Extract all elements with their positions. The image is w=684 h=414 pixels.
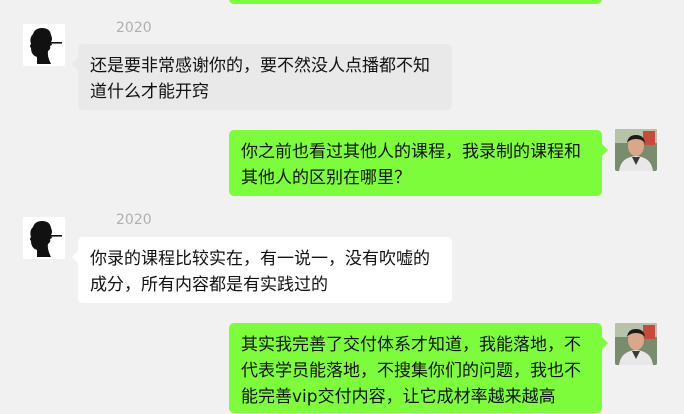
silhouette-smoking-avatar-icon[interactable]	[23, 24, 65, 66]
bubble-tail	[72, 251, 78, 263]
bubble-tail	[602, 144, 608, 156]
chat-history[interactable]: 2020 还是要非常感谢你的，要不然没人点播都不知 道什么才能开窍 你之前也看过…	[0, 0, 684, 414]
incoming-message-bubble[interactable]: 你录的课程比较实在，有一说一，没有吹嘘的 成分，所有内容都是有实践过的	[72, 237, 452, 303]
silhouette-smoking-avatar-icon[interactable]	[23, 217, 65, 259]
sender-name: 2020	[116, 20, 152, 36]
message-text-line: 你录的课程比较实在，有一说一，没有吹嘘的	[90, 249, 430, 269]
bubble-tail	[602, 337, 608, 349]
message-text-line: 能完善vip交付内容，让它成材率越来越高	[241, 387, 556, 407]
message-text-line: 其他人的区别在哪里？	[241, 168, 411, 188]
message-text-line: 你之前也看过其他人的课程，我录制的课程和	[241, 142, 581, 162]
bubble-tail	[72, 58, 78, 70]
user-photo-avatar-icon[interactable]	[615, 129, 657, 171]
message-text-line: 其实我完善了交付体系才知道，我能落地，不	[241, 335, 581, 355]
outgoing-message-bubble[interactable]: 其实我完善了交付体系才知道，我能落地，不 代表学员能落地，不搜集你们的问题，我也…	[229, 323, 608, 413]
message-text-line: 道什么才能开窍	[90, 82, 209, 102]
message-text-line: 代表学员能落地，不搜集你们的问题，我也不	[241, 361, 581, 381]
message-text-line: 还是要非常感谢你的，要不然没人点播都不知	[90, 56, 430, 76]
outgoing-message-bubble[interactable]: 你之前也看过其他人的课程，我录制的课程和 其他人的区别在哪里？	[229, 130, 608, 196]
sender-name: 2020	[116, 212, 152, 228]
user-photo-avatar-icon[interactable]	[615, 323, 657, 365]
message-text-line: 成分，所有内容都是有实践过的	[90, 275, 328, 295]
previous-message-bubble[interactable]	[229, 0, 602, 4]
incoming-message-bubble[interactable]: 还是要非常感谢你的，要不然没人点播都不知 道什么才能开窍	[72, 44, 452, 110]
